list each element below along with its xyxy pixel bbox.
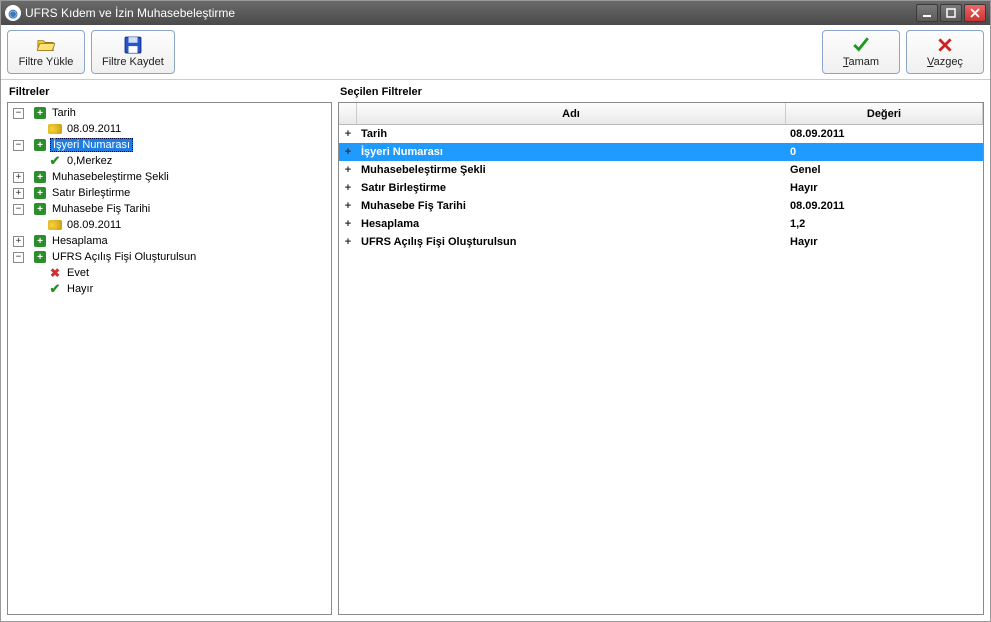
grid-cell-value: 1,2 xyxy=(786,218,983,230)
grid-cell-name: Hesaplama xyxy=(357,218,786,230)
expand-icon[interactable]: + xyxy=(13,172,24,183)
tree-node-isyeri[interactable]: − + İşyeri Numarası xyxy=(10,137,329,153)
tree-node-tarih[interactable]: − + Tarih xyxy=(10,105,329,121)
grid-header: Adı Değeri xyxy=(339,103,983,125)
grid-header-value[interactable]: Değeri xyxy=(786,103,983,124)
expand-icon[interactable]: + xyxy=(13,236,24,247)
grid-row[interactable]: +İşyeri Numarası0 xyxy=(339,143,983,161)
grid-row[interactable]: +Muhasebeleştirme ŞekliGenel xyxy=(339,161,983,179)
cross-icon: ✖ xyxy=(48,266,62,280)
window-title: UFRS Kıdem ve İzin Muhasebeleştirme xyxy=(25,6,235,20)
row-expand-icon[interactable]: + xyxy=(339,128,357,140)
tree-node-fis-tarihi[interactable]: − + Muhasebe Fiş Tarihi xyxy=(10,201,329,217)
selected-filters-heading: Seçilen Filtreler xyxy=(338,84,984,100)
minimize-button[interactable] xyxy=(916,4,938,22)
folder-open-icon xyxy=(37,36,55,54)
plus-icon: + xyxy=(33,186,47,200)
plus-icon: + xyxy=(33,138,47,152)
grid-cell-value: 08.09.2011 xyxy=(786,128,983,140)
grid-row[interactable]: +Hesaplama1,2 xyxy=(339,215,983,233)
grid-cell-value: Hayır xyxy=(786,182,983,194)
cancel-button-label: Vazgeç xyxy=(927,56,963,68)
grid-cell-value: Hayır xyxy=(786,236,983,248)
grid-cell-name: Muhasebeleştirme Şekli xyxy=(357,164,786,176)
grid-cell-value: 08.09.2011 xyxy=(786,200,983,212)
selected-filters-grid[interactable]: Adı Değeri +Tarih08.09.2011+İşyeri Numar… xyxy=(338,102,984,615)
plus-icon: + xyxy=(33,250,47,264)
filters-panel: Filtreler − + Tarih 08.09.2011 − + İşyer… xyxy=(7,84,332,615)
collapse-icon[interactable]: − xyxy=(13,140,24,151)
filter-save-button[interactable]: Filtre Kaydet xyxy=(91,30,175,74)
ok-button[interactable]: Tamam xyxy=(822,30,900,74)
save-icon xyxy=(124,36,142,54)
tree-node-ufrs-hayir[interactable]: ✔ Hayır xyxy=(10,281,329,297)
row-expand-icon[interactable]: + xyxy=(339,146,357,158)
filters-heading: Filtreler xyxy=(7,84,332,100)
grid-row[interactable]: +Satır BirleştirmeHayır xyxy=(339,179,983,197)
plus-icon: + xyxy=(33,170,47,184)
grid-header-expander xyxy=(339,103,357,124)
grid-cell-name: İşyeri Numarası xyxy=(357,146,786,158)
grid-header-name[interactable]: Adı xyxy=(357,103,786,124)
tree-node-muhasebe-sekli[interactable]: + + Muhasebeleştirme Şekli xyxy=(10,169,329,185)
tree-label-selected: İşyeri Numarası xyxy=(50,138,133,152)
grid-cell-value: 0 xyxy=(786,146,983,158)
collapse-icon[interactable]: − xyxy=(13,252,24,263)
cancel-icon xyxy=(936,36,954,54)
tree-node-satir-birlestirme[interactable]: + + Satır Birleştirme xyxy=(10,185,329,201)
filter-load-button[interactable]: Filtre Yükle xyxy=(7,30,85,74)
key-icon xyxy=(48,218,62,232)
tree-node-ufrs-acilis[interactable]: − + UFRS Açılış Fişi Oluşturulsun xyxy=(10,249,329,265)
collapse-icon[interactable]: − xyxy=(13,108,24,119)
grid-cell-name: Satır Birleştirme xyxy=(357,182,786,194)
content-area: Filtreler − + Tarih 08.09.2011 − + İşyer… xyxy=(1,80,990,621)
grid-body: +Tarih08.09.2011+İşyeri Numarası0+Muhase… xyxy=(339,125,983,614)
ok-button-label: Tamam xyxy=(843,56,879,68)
filter-load-label: Filtre Yükle xyxy=(19,56,74,68)
grid-cell-value: Genel xyxy=(786,164,983,176)
filter-save-label: Filtre Kaydet xyxy=(102,56,164,68)
check-icon: ✔ xyxy=(48,282,62,296)
plus-icon: + xyxy=(33,106,47,120)
tree-node-ufrs-evet[interactable]: ✖ Evet xyxy=(10,265,329,281)
check-icon: ✔ xyxy=(48,154,62,168)
selected-filters-panel: Seçilen Filtreler Adı Değeri +Tarih08.09… xyxy=(338,84,984,615)
filters-tree[interactable]: − + Tarih 08.09.2011 − + İşyeri Numarası… xyxy=(7,102,332,615)
grid-cell-name: UFRS Açılış Fişi Oluşturulsun xyxy=(357,236,786,248)
toolbar: Filtre Yükle Filtre Kaydet Tamam Vazgeç xyxy=(1,25,990,80)
row-expand-icon[interactable]: + xyxy=(339,200,357,212)
grid-row[interactable]: +UFRS Açılış Fişi OluşturulsunHayır xyxy=(339,233,983,251)
key-icon xyxy=(48,122,62,136)
maximize-button[interactable] xyxy=(940,4,962,22)
grid-cell-name: Tarih xyxy=(357,128,786,140)
tree-node-hesaplama[interactable]: + + Hesaplama xyxy=(10,233,329,249)
cancel-button[interactable]: Vazgeç xyxy=(906,30,984,74)
grid-row[interactable]: +Tarih08.09.2011 xyxy=(339,125,983,143)
row-expand-icon[interactable]: + xyxy=(339,218,357,230)
expand-icon[interactable]: + xyxy=(13,188,24,199)
row-expand-icon[interactable]: + xyxy=(339,182,357,194)
tree-node-fis-tarihi-value[interactable]: 08.09.2011 xyxy=(10,217,329,233)
tree-node-isyeri-value[interactable]: ✔ 0,Merkez xyxy=(10,153,329,169)
check-icon xyxy=(852,36,870,54)
row-expand-icon[interactable]: + xyxy=(339,236,357,248)
app-icon: ◉ xyxy=(5,5,21,21)
collapse-icon[interactable]: − xyxy=(13,204,24,215)
row-expand-icon[interactable]: + xyxy=(339,164,357,176)
close-button[interactable] xyxy=(964,4,986,22)
grid-cell-name: Muhasebe Fiş Tarihi xyxy=(357,200,786,212)
plus-icon: + xyxy=(33,234,47,248)
grid-row[interactable]: +Muhasebe Fiş Tarihi08.09.2011 xyxy=(339,197,983,215)
plus-icon: + xyxy=(33,202,47,216)
tree-node-tarih-value[interactable]: 08.09.2011 xyxy=(10,121,329,137)
titlebar: ◉ UFRS Kıdem ve İzin Muhasebeleştirme xyxy=(1,1,990,25)
